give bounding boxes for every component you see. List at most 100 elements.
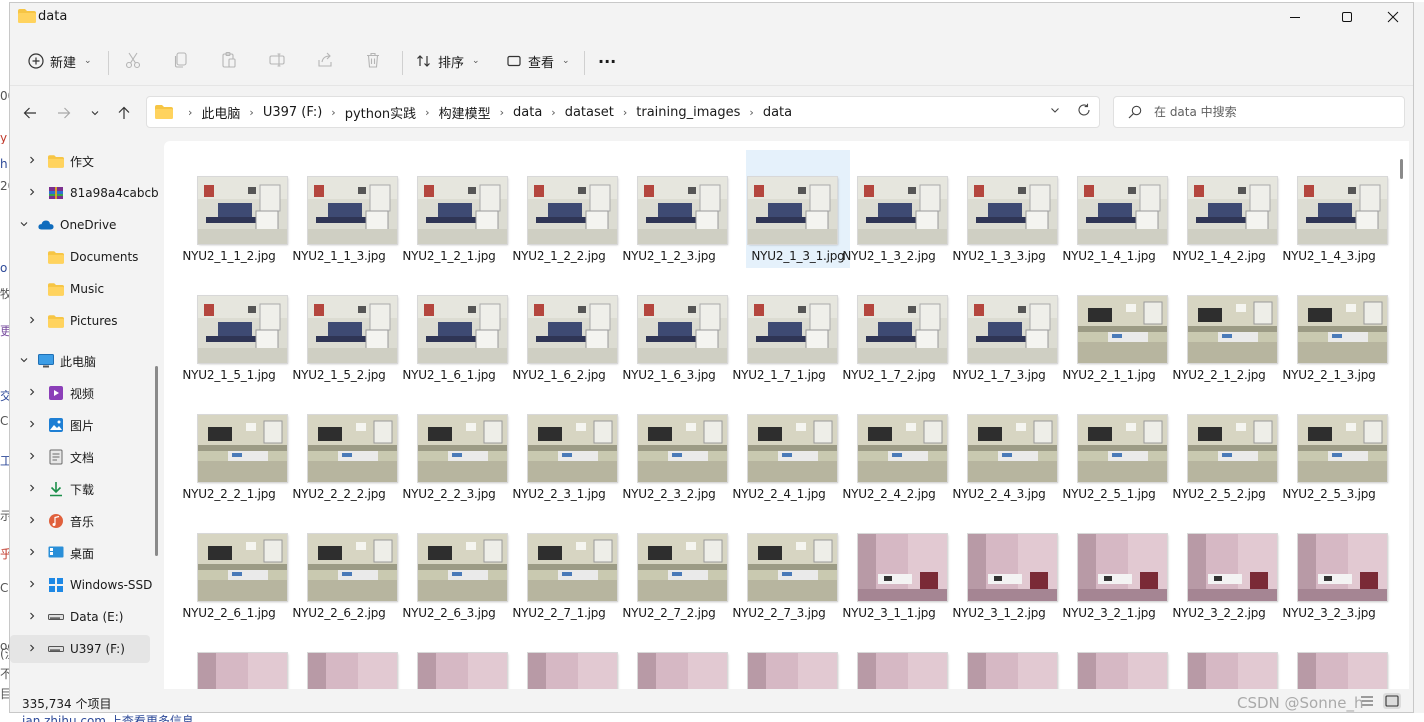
sidebar-item[interactable]: U397 (F:) (10, 635, 150, 663)
file-item[interactable]: NYU2_1_4_3.jpg (1273, 150, 1387, 268)
file-item[interactable]: NYU2_1_5_2.jpg (283, 269, 397, 387)
file-item[interactable]: NYU2_1_5_1.jpg (173, 269, 287, 387)
chevron-right-icon[interactable] (26, 315, 38, 328)
file-item[interactable]: NYU2_2_6_1.jpg (173, 507, 287, 625)
file-item[interactable]: NYU2_1_1_3.jpg (283, 150, 397, 268)
file-item[interactable] (1053, 626, 1167, 689)
breadcrumb-separator-icon[interactable]: › (188, 106, 192, 119)
file-item[interactable] (833, 626, 947, 689)
chevron-right-icon[interactable] (26, 611, 38, 624)
sidebar-item[interactable]: 文档 (10, 443, 150, 471)
file-item[interactable]: NYU2_1_7_2.jpg (833, 269, 947, 387)
refresh-icon[interactable] (1077, 103, 1091, 117)
recent-locations-button[interactable] (83, 101, 107, 125)
breadcrumb-item[interactable]: U397 (F:) (263, 105, 322, 120)
rename-button[interactable] (266, 49, 288, 71)
chevron-right-icon[interactable] (26, 547, 38, 560)
sidebar-item[interactable]: Windows-SSD (10, 571, 152, 599)
file-item[interactable] (1273, 626, 1387, 689)
breadcrumb-separator-icon[interactable]: › (425, 106, 429, 119)
sidebar-item[interactable]: OneDrive (10, 211, 150, 239)
file-item[interactable] (503, 626, 617, 689)
file-item[interactable]: NYU2_3_1_2.jpg (943, 507, 1057, 625)
file-item[interactable]: NYU2_1_2_2.jpg (503, 150, 617, 268)
file-item[interactable]: NYU2_3_2_3.jpg (1273, 507, 1387, 625)
breadcrumb-item[interactable]: 此电脑 (201, 103, 240, 122)
file-item[interactable]: NYU2_2_2_3.jpg (393, 388, 507, 506)
title-bar[interactable]: data (10, 3, 1413, 33)
sidebar-item[interactable]: 81a98a4cabcb (10, 179, 159, 207)
file-item[interactable]: NYU2_3_2_2.jpg (1163, 507, 1277, 625)
sidebar-item[interactable]: 下载 (10, 475, 150, 503)
file-item[interactable]: NYU2_3_1_1.jpg (833, 507, 947, 625)
file-item[interactable]: NYU2_1_6_1.jpg (393, 269, 507, 387)
view-button[interactable]: 查看 ⌄ (506, 45, 570, 77)
sidebar-item[interactable]: 作文 (10, 147, 150, 175)
chevron-right-icon[interactable] (26, 643, 38, 656)
file-item[interactable]: NYU2_2_4_1.jpg (723, 388, 837, 506)
sort-button[interactable]: 排序 ⌄ (416, 45, 480, 77)
file-item[interactable] (173, 626, 287, 689)
chevron-right-icon[interactable] (26, 387, 38, 400)
chevron-down-icon[interactable] (18, 355, 30, 368)
file-item[interactable]: NYU2_1_2_3.jpg (613, 150, 727, 268)
file-item[interactable] (393, 626, 507, 689)
file-item[interactable] (613, 626, 727, 689)
search-input[interactable] (1152, 104, 1376, 120)
chevron-right-icon[interactable] (26, 579, 38, 592)
sidebar-item[interactable]: 桌面 (10, 539, 150, 567)
share-button[interactable] (314, 49, 336, 71)
breadcrumb-item[interactable]: 构建模型 (439, 103, 491, 122)
back-button[interactable] (18, 101, 42, 125)
breadcrumb-item[interactable]: python实践 (345, 103, 416, 122)
forward-button[interactable] (52, 101, 76, 125)
file-item[interactable]: NYU2_1_7_1.jpg (723, 269, 837, 387)
file-item[interactable]: NYU2_2_2_2.jpg (283, 388, 397, 506)
sidebar-item[interactable]: 音乐 (10, 507, 150, 535)
breadcrumb-separator-icon[interactable]: › (551, 106, 555, 119)
file-item[interactable]: NYU2_2_5_2.jpg (1163, 388, 1277, 506)
file-item[interactable]: NYU2_2_7_3.jpg (723, 507, 837, 625)
address-bar[interactable]: › 此电脑 › U397 (F:) › python实践 › 构建模型 › data › datase… (146, 96, 1100, 128)
chevron-right-icon[interactable] (26, 419, 38, 432)
file-item[interactable]: NYU2_2_6_3.jpg (393, 507, 507, 625)
file-item[interactable]: NYU2_1_4_1.jpg (1053, 150, 1167, 268)
paste-button[interactable] (218, 49, 240, 71)
navigation-pane-scrollbar[interactable] (155, 366, 158, 556)
sidebar-item[interactable]: Documents (10, 243, 150, 271)
file-item[interactable]: NYU2_3_2_1.jpg (1053, 507, 1167, 625)
file-item[interactable]: NYU2_2_7_1.jpg (503, 507, 617, 625)
chevron-down-icon[interactable] (18, 219, 30, 232)
file-item[interactable]: NYU2_2_5_3.jpg (1273, 388, 1387, 506)
file-item[interactable]: NYU2_2_6_2.jpg (283, 507, 397, 625)
file-item[interactable] (943, 626, 1057, 689)
file-item[interactable]: NYU2_2_3_1.jpg (503, 388, 617, 506)
breadcrumb-item[interactable]: training_images (636, 105, 740, 120)
file-list-scrollbar[interactable] (1400, 159, 1403, 179)
file-item[interactable]: NYU2_1_3_3.jpg (943, 150, 1057, 268)
breadcrumb-item[interactable]: data (513, 105, 542, 120)
file-item[interactable]: NYU2_2_7_2.jpg (613, 507, 727, 625)
file-item[interactable]: NYU2_1_7_3.jpg (943, 269, 1057, 387)
file-item[interactable]: NYU2_1_6_2.jpg (503, 269, 617, 387)
file-item[interactable] (723, 626, 837, 689)
file-item[interactable]: NYU2_1_2_1.jpg (393, 150, 507, 268)
maximize-button[interactable] (1324, 3, 1370, 31)
copy-button[interactable] (170, 49, 192, 71)
file-item[interactable]: NYU2_2_1_3.jpg (1273, 269, 1387, 387)
more-options-button[interactable]: ··· (598, 45, 616, 77)
new-button[interactable]: 新建 ⌄ (28, 45, 92, 77)
file-item[interactable]: NYU2_2_4_2.jpg (833, 388, 947, 506)
large-icons-view-icon[interactable] (1383, 693, 1401, 709)
breadcrumb-item[interactable]: data (763, 105, 792, 120)
sidebar-item[interactable]: Music (10, 275, 150, 303)
delete-button[interactable] (362, 49, 384, 71)
file-item[interactable]: NYU2_2_1_2.jpg (1163, 269, 1277, 387)
file-item[interactable]: NYU2_2_3_2.jpg (613, 388, 727, 506)
sidebar-item[interactable]: 视频 (10, 379, 150, 407)
file-item[interactable]: NYU2_1_3_2.jpg (833, 150, 947, 268)
sidebar-item[interactable]: Data (E:) (10, 603, 150, 631)
breadcrumb-separator-icon[interactable]: › (623, 106, 627, 119)
breadcrumb-item[interactable]: dataset (565, 105, 614, 120)
file-item[interactable]: NYU2_2_4_3.jpg (943, 388, 1057, 506)
